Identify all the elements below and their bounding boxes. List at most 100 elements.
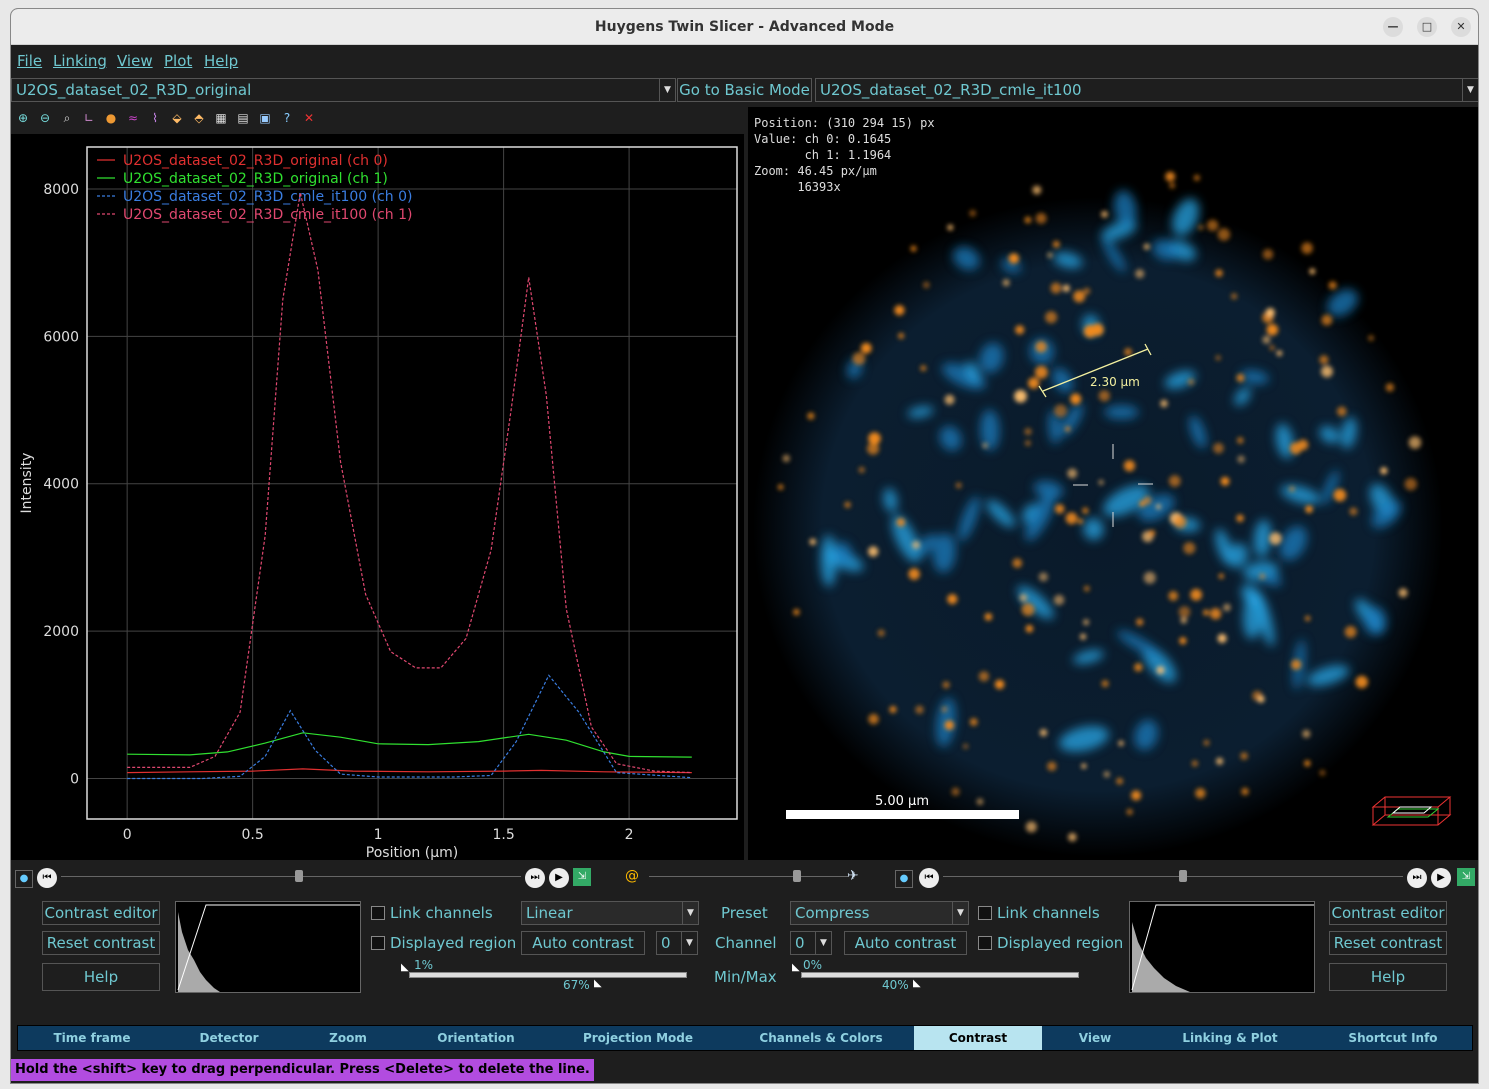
tab-time-frame[interactable]: Time frame <box>18 1026 166 1050</box>
snail-icon[interactable]: @ <box>625 868 641 884</box>
tag-icon[interactable]: ⬙ <box>169 110 185 126</box>
step-forward-icon[interactable]: ⏭ <box>1407 868 1427 888</box>
right-dataset-select[interactable]: U2OS_dataset_02_R3D_cmle_it100 ▼ <box>815 78 1478 102</box>
tab-contrast[interactable]: Contrast <box>914 1026 1042 1050</box>
tab-shortcut-info[interactable]: Shortcut Info <box>1312 1026 1474 1050</box>
orange-spot <box>1206 219 1219 232</box>
menu-help[interactable]: Help <box>204 52 238 70</box>
save-icon[interactable]: ▣ <box>257 110 273 126</box>
tab-detector[interactable]: Detector <box>166 1026 292 1050</box>
left-auto-contrast-button[interactable]: Auto contrast <box>521 931 645 955</box>
orange-spot <box>1035 341 1047 353</box>
left-channel-select[interactable]: 0 ▼ <box>656 931 698 955</box>
zoom-out-icon[interactable]: ⊖ <box>37 110 53 126</box>
plot-icon[interactable]: ⌇ <box>147 110 163 126</box>
legend-entry: U2OS_dataset_02_R3D_cmle_it100 (ch 1) <box>123 207 412 223</box>
basic-mode-button[interactable]: Go to Basic Mode <box>677 78 812 102</box>
tab-linking-plot[interactable]: Linking & Plot <box>1148 1026 1312 1050</box>
export-frames-icon[interactable]: ⇲ <box>1457 868 1475 886</box>
right-auto-contrast-button[interactable]: Auto contrast <box>844 931 967 955</box>
right-help-button[interactable]: Help <box>1329 963 1447 991</box>
orange-spot <box>858 466 865 473</box>
help-icon[interactable]: ? <box>279 110 295 126</box>
right-reset-contrast-button[interactable]: Reset contrast <box>1329 931 1447 955</box>
series-line-1 <box>127 732 692 758</box>
palette-icon[interactable]: ● <box>103 110 119 126</box>
line-profile-plot[interactable]: 0 0.5 1 1.5 2 0 2000 4000 6000 8000 Position (µm) I… <box>11 134 744 861</box>
left-frame-slider-handle[interactable] <box>295 870 303 882</box>
orange-spot <box>944 720 955 731</box>
slider-max-handle[interactable]: ◣ <box>913 978 921 989</box>
export-icon[interactable]: ▤ <box>235 110 251 126</box>
dot-icon[interactable]: ● <box>895 870 913 888</box>
left-reset-contrast-button[interactable]: Reset contrast <box>42 931 160 955</box>
right-displayed-region-checkbox[interactable] <box>978 936 992 950</box>
play-icon[interactable]: ▶ <box>1431 868 1451 888</box>
right-frame-slider[interactable] <box>943 876 1403 877</box>
right-contrast-editor-button[interactable]: Contrast editor <box>1329 901 1447 925</box>
image-viewer[interactable]: 2.30 µm 5.00 µm Position: (310 294 15) p… <box>748 107 1478 860</box>
rabbit-icon[interactable]: ✈ <box>847 868 863 884</box>
orange-spot <box>852 352 866 365</box>
maximize-icon[interactable]: □ <box>1417 17 1437 37</box>
minimize-icon[interactable]: — <box>1383 17 1403 37</box>
right-minmax-slider[interactable] <box>801 972 1079 978</box>
zoom-in-icon[interactable]: ⊕ <box>15 110 31 126</box>
right-frame-slider-handle[interactable] <box>1179 870 1187 882</box>
slider-max-handle[interactable]: ◣ <box>594 978 602 989</box>
slider-min-handle[interactable]: ◣ <box>792 962 800 973</box>
right-link-channels-checkbox[interactable] <box>978 906 992 920</box>
left-minmax-slider[interactable] <box>409 972 687 978</box>
axes-icon[interactable]: ∟ <box>81 110 97 126</box>
step-forward-icon[interactable]: ⏭ <box>525 868 545 888</box>
tab-view[interactable]: View <box>1042 1026 1148 1050</box>
orange-spot <box>1265 307 1275 318</box>
left-contrast-editor-button[interactable]: Contrast editor <box>42 901 160 925</box>
left-link-channels-checkbox[interactable] <box>371 906 385 920</box>
left-preset-select[interactable]: Linear ▼ <box>521 901 699 925</box>
left-displayed-region-checkbox[interactable] <box>371 936 385 950</box>
orange-spot <box>889 706 897 714</box>
export-frames-icon[interactable]: ⇲ <box>573 868 591 886</box>
left-dataset-select[interactable]: U2OS_dataset_02_R3D_original ▼ <box>11 78 676 102</box>
left-histogram[interactable] <box>175 901 361 993</box>
orange-spot <box>1195 788 1206 799</box>
orange-spot <box>844 501 851 508</box>
rewind-icon[interactable]: ⏮ <box>37 868 57 888</box>
orange-spot <box>868 432 881 445</box>
orange-spot <box>1045 311 1058 324</box>
menu-plot[interactable]: Plot <box>164 52 192 70</box>
orange-spot <box>1333 488 1347 502</box>
orange-spot <box>1165 171 1176 182</box>
menu-view[interactable]: View <box>117 52 153 70</box>
menu-file[interactable]: File <box>17 52 42 70</box>
orange-spot <box>1291 659 1302 670</box>
close-icon[interactable]: ✕ <box>1451 17 1471 37</box>
table-icon[interactable]: ▦ <box>213 110 229 126</box>
right-histogram-plot <box>1131 904 1314 992</box>
dot-icon[interactable]: ● <box>15 870 33 888</box>
left-frame-slider[interactable] <box>61 876 521 877</box>
orange-spot <box>1203 739 1210 746</box>
orientation-cube-icon[interactable] <box>1371 796 1452 826</box>
rewind-icon[interactable]: ⏮ <box>919 868 939 888</box>
left-min-percent: 1% <box>414 958 434 972</box>
line-style-icon[interactable]: ≈ <box>125 110 141 126</box>
zoom-reset-icon[interactable]: ⌕ <box>59 110 75 126</box>
right-histogram[interactable] <box>1129 901 1315 993</box>
tag-remove-icon[interactable]: ⬘ <box>191 110 207 126</box>
right-channel-select[interactable]: 0 ▼ <box>790 931 832 955</box>
left-help-button[interactable]: Help <box>42 963 160 991</box>
speed-slider-handle[interactable] <box>793 870 801 882</box>
orange-spot <box>915 705 924 714</box>
close-plot-icon[interactable]: ✕ <box>301 110 317 126</box>
menu-linking[interactable]: Linking <box>53 52 107 70</box>
tab-projection-mode[interactable]: Projection Mode <box>548 1026 728 1050</box>
tab-channels-colors[interactable]: Channels & Colors <box>728 1026 914 1050</box>
tab-orientation[interactable]: Orientation <box>404 1026 548 1050</box>
slider-min-handle[interactable]: ◣ <box>401 962 409 973</box>
right-preset-select[interactable]: Compress ▼ <box>790 901 969 925</box>
play-icon[interactable]: ▶ <box>549 868 569 888</box>
speed-slider[interactable] <box>649 876 849 877</box>
tab-zoom[interactable]: Zoom <box>292 1026 404 1050</box>
